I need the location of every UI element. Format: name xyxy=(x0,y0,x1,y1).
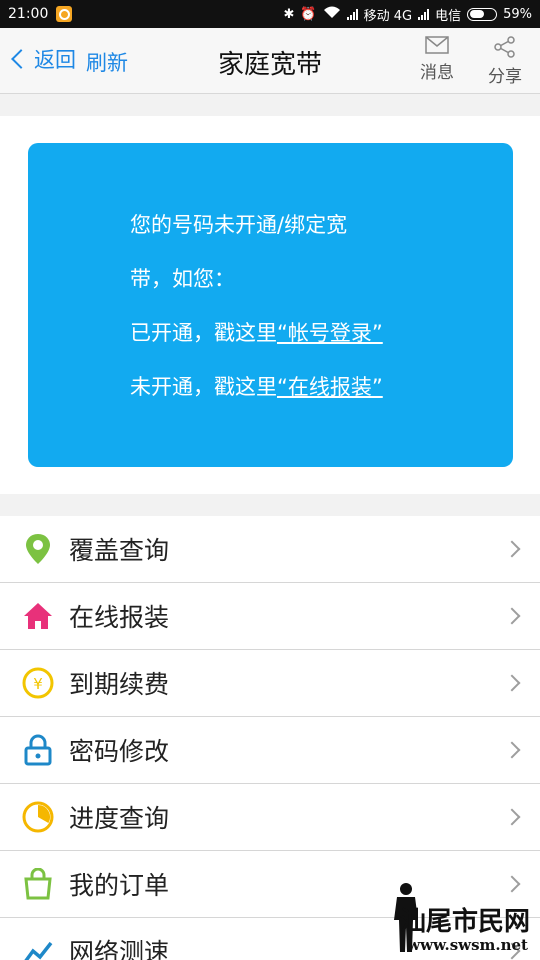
watermark-text: 汕尾市民网 xyxy=(399,907,530,937)
share-label: 分享 xyxy=(488,67,522,87)
notice-line-4-prefix: 未开通，戳这里 xyxy=(130,375,277,399)
share-icon xyxy=(494,36,515,58)
binding-notice-card: 您的号码未开通/绑定宽 带，如您： 已开通，戳这里“帐号登录” 未开通，戳这里“… xyxy=(28,143,513,467)
status-bar: 21:00 ✱ ⏰ 移动 4G 电信 59% xyxy=(0,0,540,28)
alarm-icon: ⏰ xyxy=(300,6,317,22)
menu-label: 在线报装 xyxy=(69,603,170,632)
battery-percent: 59% xyxy=(503,6,532,22)
signal-icon-2 xyxy=(418,8,430,20)
notification-app-icon xyxy=(56,6,73,22)
chevron-right-icon xyxy=(503,674,521,692)
battery-icon xyxy=(467,7,498,21)
signal-icon xyxy=(346,8,358,20)
account-login-link[interactable]: “帐号登录” xyxy=(277,321,383,345)
watermark: 汕尾市民网 www.swsm.net xyxy=(374,876,534,956)
menu-label: 网络测速 xyxy=(69,938,170,960)
menu-item-progress-query[interactable]: 进度查询 xyxy=(0,784,540,851)
carrier-2: 电信 xyxy=(435,8,462,24)
menu-label: 我的订单 xyxy=(69,871,170,900)
chevron-right-icon xyxy=(503,741,521,759)
svg-text:¥: ¥ xyxy=(33,675,43,693)
shopping-bag-icon xyxy=(22,868,54,900)
page-title: 家庭宽带 xyxy=(217,50,322,80)
carrier-1: 移动 4G xyxy=(363,8,413,24)
progress-pie-icon xyxy=(22,801,54,833)
menu-label: 进度查询 xyxy=(69,804,170,833)
banner-section: 您的号码未开通/绑定宽 带，如您： 已开通，戳这里“帐号登录” 未开通，戳这里“… xyxy=(0,116,540,494)
chevron-right-icon xyxy=(503,540,521,558)
speed-chart-icon xyxy=(22,935,54,960)
online-install-link[interactable]: “在线报装” xyxy=(277,375,383,399)
menu-item-coverage-query[interactable]: 覆盖查询 xyxy=(0,516,540,583)
menu-item-password-change[interactable]: 密码修改 xyxy=(0,717,540,784)
chevron-right-icon xyxy=(503,808,521,826)
home-icon xyxy=(22,600,54,632)
message-button[interactable]: 消息 xyxy=(420,36,454,83)
back-label: 返回 xyxy=(34,48,76,72)
watermark-url: www.swsm.net xyxy=(407,936,528,954)
back-button[interactable]: 返回 xyxy=(10,44,76,74)
message-label: 消息 xyxy=(420,63,454,83)
notice-line-3-prefix: 已开通，戳这里 xyxy=(130,321,277,345)
share-button[interactable]: 分享 xyxy=(488,36,522,87)
status-time: 21:00 xyxy=(8,6,49,22)
menu-item-renewal[interactable]: ¥ 到期续费 xyxy=(0,650,540,717)
nav-bar: 返回 刷新 家庭宽带 消息 分享 xyxy=(0,28,540,94)
refresh-button[interactable]: 刷新 xyxy=(86,47,128,77)
chevron-left-icon xyxy=(11,49,31,69)
location-pin-icon xyxy=(22,533,54,565)
bluetooth-icon: ✱ xyxy=(283,6,295,22)
envelope-icon xyxy=(425,36,449,54)
notice-line-2: 带，如您： xyxy=(130,267,235,291)
wifi-icon xyxy=(323,6,341,23)
notice-line-3: 已开通，戳这里“帐号登录” xyxy=(130,317,383,347)
notice-line-4: 未开通，戳这里“在线报装” xyxy=(130,371,383,401)
chevron-right-icon xyxy=(503,607,521,625)
lock-icon xyxy=(22,734,54,766)
menu-label: 覆盖查询 xyxy=(69,536,170,565)
menu-item-online-install[interactable]: 在线报装 xyxy=(0,583,540,650)
yen-coin-icon: ¥ xyxy=(22,667,54,699)
menu-label: 到期续费 xyxy=(69,670,170,699)
notice-line-1: 您的号码未开通/绑定宽 xyxy=(130,213,348,237)
menu-label: 密码修改 xyxy=(69,737,170,766)
